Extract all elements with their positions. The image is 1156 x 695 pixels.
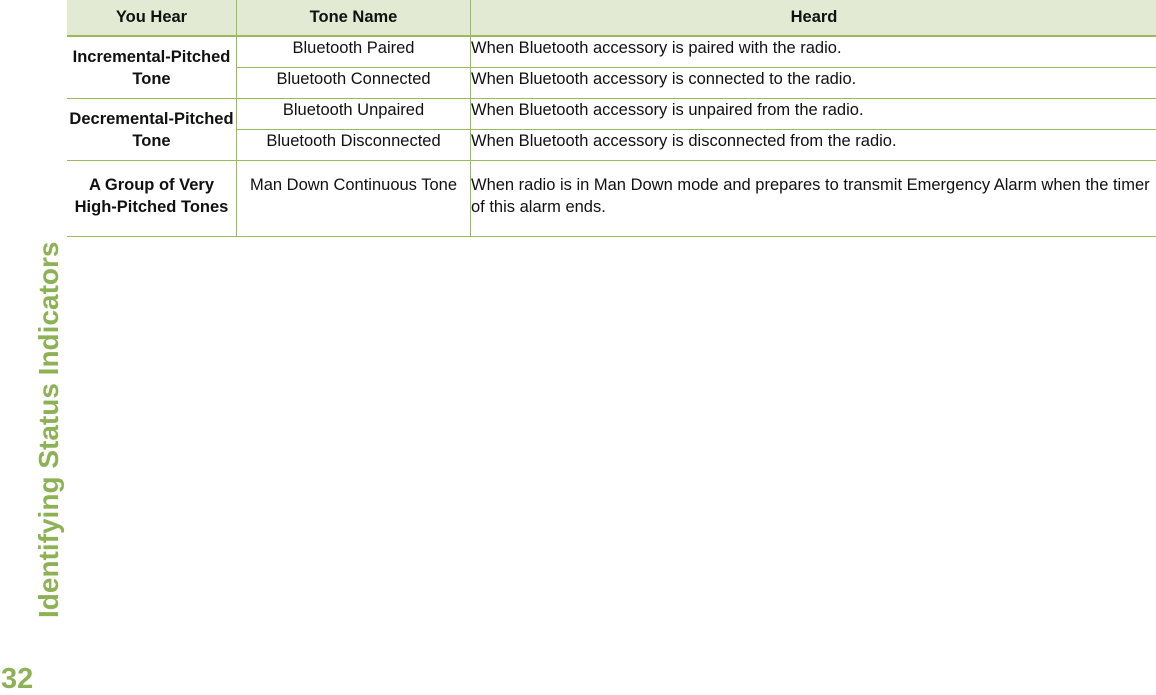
tones-table: You Hear Tone Name Heard Incremental-Pit… — [67, 0, 1156, 237]
heard-cell: When Bluetooth accessory is connected to… — [471, 68, 1156, 99]
tone-name-cell: Man Down Continuous Tone — [237, 161, 471, 237]
you-hear-cell: Incremental-Pitched Tone — [67, 36, 237, 99]
section-side-title: Identifying Status Indicators — [0, 0, 36, 694]
heard-cell: When Bluetooth accessory is paired with … — [471, 36, 1156, 68]
header-tone-name: Tone Name — [237, 0, 471, 36]
table-row: A Group of Very High-Pitched Tones Man D… — [67, 161, 1156, 237]
section-title-text: Identifying Status Indicators — [33, 242, 65, 618]
tone-name-cell: Bluetooth Disconnected — [237, 130, 471, 161]
table-row: Incremental-Pitched Tone Bluetooth Paire… — [67, 36, 1156, 68]
page-number: 32 — [1, 663, 33, 695]
tone-name-cell: Bluetooth Paired — [237, 36, 471, 68]
tone-name-cell: Bluetooth Unpaired — [237, 99, 471, 130]
header-heard: Heard — [471, 0, 1156, 36]
you-hear-cell: A Group of Very High-Pitched Tones — [67, 161, 237, 237]
you-hear-cell: Decremental-Pitched Tone — [67, 99, 237, 161]
heard-cell: When Bluetooth accessory is unpaired fro… — [471, 99, 1156, 130]
heard-cell: When radio is in Man Down mode and prepa… — [471, 161, 1156, 237]
table-header-row: You Hear Tone Name Heard — [67, 0, 1156, 36]
heard-cell: When Bluetooth accessory is disconnected… — [471, 130, 1156, 161]
tone-name-cell: Bluetooth Connected — [237, 68, 471, 99]
table-row: Decremental-Pitched Tone Bluetooth Unpai… — [67, 99, 1156, 130]
header-you-hear: You Hear — [67, 0, 237, 36]
